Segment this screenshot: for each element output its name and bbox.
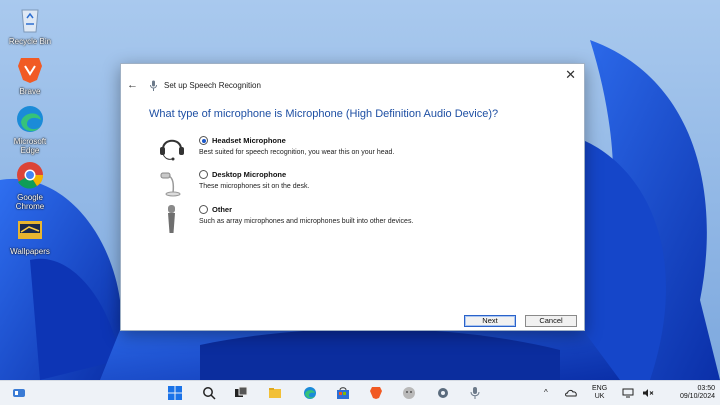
store-icon[interactable] <box>336 386 350 400</box>
taskbar: ^ ENG UK 03:50 09/10/2024 <box>0 380 720 405</box>
desktop-icon-wallpapers[interactable]: Wallpapers <box>4 212 56 256</box>
clock-time: 03:50 <box>697 385 715 392</box>
brave-taskbar-icon[interactable] <box>369 386 383 400</box>
onedrive-icon[interactable] <box>565 388 577 398</box>
volume-icon[interactable] <box>642 388 654 398</box>
close-button[interactable]: ✕ <box>565 67 576 83</box>
option-description: Best suited for speech recognition, you … <box>199 149 395 156</box>
desktop-icon-label: Wallpapers <box>10 247 50 256</box>
desktop-icon-label: Google Chrome <box>15 193 45 211</box>
desktop-microphone-icon <box>160 172 181 197</box>
microphone-type-question: What type of microphone is Microphone (H… <box>149 108 499 120</box>
desktop-icon-label: Brave <box>19 87 41 96</box>
option-desktop-microphone[interactable]: Desktop Microphone These microphones sit… <box>199 170 310 190</box>
handheld-microphone-icon <box>168 205 175 233</box>
option-headset-microphone[interactable]: Headset Microphone Best suited for speec… <box>199 136 394 156</box>
chrome-icon <box>17 162 44 189</box>
desktop-icon-chrome[interactable]: Google Chrome <box>4 158 56 211</box>
clock-date: 09/10/2024 <box>679 393 715 400</box>
edge-taskbar-icon[interactable] <box>303 386 317 400</box>
microphone-taskbar-icon[interactable] <box>468 386 482 400</box>
option-description: Such as array microphones and microphone… <box>199 218 414 225</box>
desktop-icon-label: Microsoft Edge <box>13 137 47 155</box>
app-icon[interactable] <box>402 386 416 400</box>
widgets-icon[interactable] <box>12 386 26 400</box>
clock[interactable]: 03:50 09/10/2024 <box>667 385 715 401</box>
speech-recognition-dialog: ✕ ← Set up Speech Recognition What type … <box>120 63 585 331</box>
chevron-up-icon[interactable]: ^ <box>544 388 548 397</box>
start-icon[interactable] <box>168 386 182 400</box>
search-icon[interactable] <box>202 386 216 400</box>
dialog-title: Set up Speech Recognition <box>164 81 261 90</box>
keyboard-region: UK <box>594 393 605 400</box>
headset-microphone-icon <box>160 139 184 161</box>
task-view-icon[interactable] <box>234 386 248 400</box>
file-explorer-icon[interactable] <box>268 386 282 400</box>
desktop-icon-label: Recycle Bin <box>8 37 52 46</box>
brave-icon <box>18 58 42 83</box>
option-name: Headset Microphone <box>212 136 286 145</box>
folder-icon <box>18 221 42 239</box>
other-radio[interactable] <box>199 205 208 214</box>
option-name: Other <box>212 205 233 214</box>
option-other[interactable]: Other Such as array microphones and micr… <box>199 205 413 225</box>
desktop-icon-edge[interactable]: Microsoft Edge <box>4 102 56 155</box>
language-code: ENG <box>592 385 608 392</box>
back-button[interactable]: ← <box>127 79 138 91</box>
recycle-bin-icon <box>21 9 39 33</box>
cancel-button[interactable]: Cancel <box>525 315 577 327</box>
microphone-icon <box>150 80 157 91</box>
headset-radio[interactable] <box>199 136 208 145</box>
language-indicator[interactable]: ENG UK <box>592 385 607 401</box>
next-button[interactable]: Next <box>464 315 516 327</box>
settings-icon[interactable] <box>436 386 450 400</box>
option-description: These microphones sit on the desk. <box>199 183 310 190</box>
option-name: Desktop Microphone <box>212 170 287 179</box>
desktop-icon-recycle-bin[interactable]: Recycle Bin <box>4 2 56 46</box>
desktop-icon-brave[interactable]: Brave <box>4 52 56 96</box>
network-icon[interactable] <box>622 388 634 398</box>
edge-icon <box>17 106 43 132</box>
desktop-radio[interactable] <box>199 170 208 179</box>
